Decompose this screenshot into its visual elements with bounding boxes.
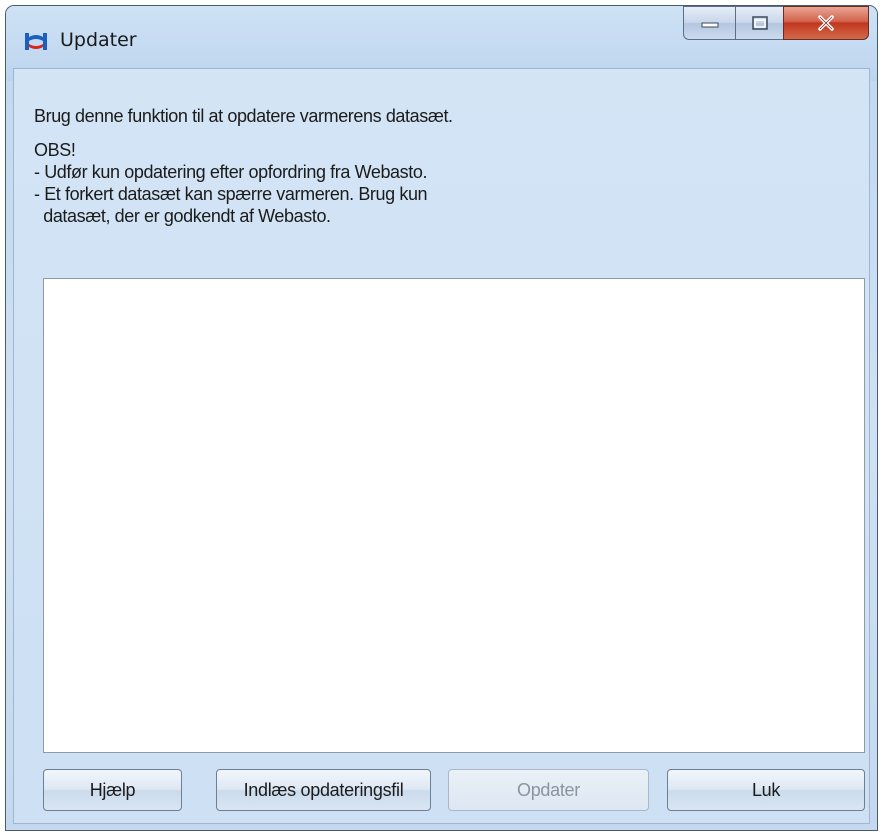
close-button[interactable]: Luk xyxy=(667,769,865,811)
maximize-button[interactable] xyxy=(735,6,783,40)
intro-line: Brug denne funktion til at opdatere varm… xyxy=(34,106,453,126)
close-window-button[interactable] xyxy=(783,6,869,40)
window-controls xyxy=(683,6,869,40)
dialog-body: Brug denne funktion til at opdatere varm… xyxy=(13,68,870,824)
minimize-icon xyxy=(701,22,718,28)
updater-window: Updater Brug denne funktion til at opdat… xyxy=(5,5,878,831)
minimize-button[interactable] xyxy=(683,6,735,40)
update-button[interactable]: Opdater xyxy=(448,769,649,811)
output-log-area[interactable] xyxy=(43,278,865,753)
help-button[interactable]: Hjælp xyxy=(43,769,182,811)
warning-line-3: datasæt, der er godkendt af Webasto. xyxy=(34,206,331,226)
close-icon xyxy=(818,15,834,31)
webasto-logo-icon xyxy=(25,33,47,50)
warning-line-2: - Et forkert datasæt kan spærre varmeren… xyxy=(34,184,428,204)
window-title: Updater xyxy=(60,29,137,51)
warning-line-1: - Udfør kun opdatering efter opfordring … xyxy=(34,162,428,182)
maximize-icon xyxy=(751,16,768,30)
obs-heading: OBS! xyxy=(34,140,76,160)
instructions-text: Brug denne funktion til at opdatere varm… xyxy=(34,105,453,227)
load-update-file-button[interactable]: Indlæs opdateringsfil xyxy=(216,769,431,811)
